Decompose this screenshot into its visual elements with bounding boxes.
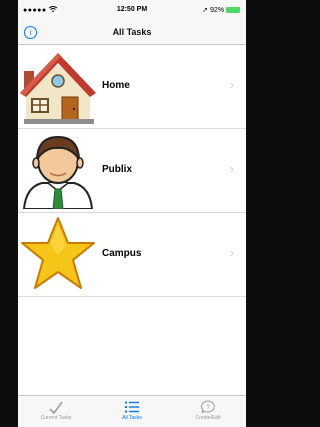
task-label: Home bbox=[102, 80, 130, 91]
task-list: Home › Publix › Campus › bbox=[18, 45, 246, 297]
tab-label: All Tasks bbox=[122, 415, 142, 421]
chevron-right-icon: › bbox=[230, 246, 234, 260]
task-label: Publix bbox=[102, 164, 133, 175]
battery-text: ➚ 92% bbox=[202, 7, 225, 14]
task-row-home[interactable]: Home › bbox=[18, 45, 246, 129]
tab-all-tasks[interactable]: All Tasks bbox=[94, 396, 170, 427]
chevron-right-icon: › bbox=[230, 78, 234, 92]
battery-indicator: ➚ 92% bbox=[202, 6, 240, 14]
navigation-bar: i All Tasks bbox=[18, 20, 246, 45]
battery-icon bbox=[226, 7, 240, 13]
phone-screen: ●●●●● 12:50 PM ➚ 92% i All Tasks Home › … bbox=[18, 0, 246, 427]
star-icon bbox=[21, 217, 95, 289]
status-bar: ●●●●● 12:50 PM ➚ 92% bbox=[18, 0, 246, 20]
checkmark-icon bbox=[49, 401, 63, 414]
page-title: All Tasks bbox=[112, 27, 152, 37]
task-label: Campus bbox=[102, 248, 142, 259]
list-icon bbox=[125, 401, 139, 413]
task-row-campus[interactable]: Campus › bbox=[18, 213, 246, 297]
tab-label: Current Tasks bbox=[40, 415, 72, 421]
person-icon bbox=[22, 135, 94, 209]
tab-current-tasks[interactable]: Current Tasks bbox=[18, 396, 94, 427]
tab-bar: Current Tasks All Tasks ? Create/Edit bbox=[18, 395, 246, 427]
task-row-publix[interactable]: Publix › bbox=[18, 129, 246, 213]
svg-text:?: ? bbox=[206, 405, 210, 411]
chevron-right-icon: › bbox=[230, 162, 234, 176]
house-icon bbox=[20, 53, 96, 124]
speech-bubble-icon: ? bbox=[201, 400, 215, 414]
tab-label: Create/Edit bbox=[195, 415, 221, 421]
tab-create-edit[interactable]: ? Create/Edit bbox=[170, 396, 246, 427]
